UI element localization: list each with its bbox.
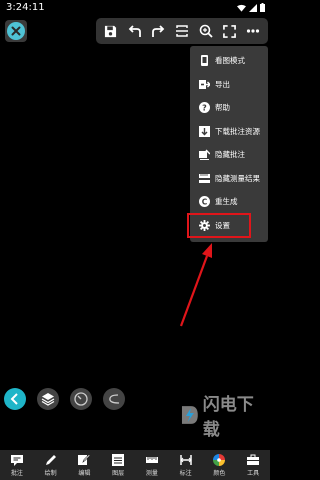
menu-item-help[interactable]: ? 帮助 bbox=[190, 96, 268, 120]
export-icon bbox=[199, 79, 210, 90]
pen-icon bbox=[45, 454, 57, 466]
menu-item-hide-measure[interactable]: 隐藏测量结果 bbox=[190, 167, 268, 191]
tool-edit[interactable]: 编辑 bbox=[68, 450, 102, 480]
svg-text:?: ? bbox=[202, 104, 207, 113]
menu-item-settings[interactable]: 设置 bbox=[187, 212, 251, 238]
tool-label: 测量 bbox=[145, 469, 158, 477]
lightning-logo-icon bbox=[181, 406, 198, 424]
annotation-icon bbox=[10, 454, 23, 466]
tool-label: 绘制 bbox=[44, 469, 57, 477]
menu-item-view-mode[interactable]: 看图模式 bbox=[190, 49, 268, 73]
tool-label: 编辑 bbox=[78, 469, 91, 477]
layers-icon bbox=[112, 453, 125, 466]
tool-toolbox[interactable]: 工具 bbox=[236, 450, 270, 480]
dimension-icon bbox=[179, 454, 192, 466]
top-toolbar bbox=[96, 18, 268, 44]
undo-button[interactable] bbox=[125, 21, 145, 41]
tool-label: 批注 bbox=[10, 469, 23, 477]
tool-layers[interactable]: 图层 bbox=[101, 450, 135, 480]
download-icon bbox=[199, 125, 210, 137]
watermark: 闪电下载 bbox=[180, 390, 270, 440]
ruler-icon bbox=[145, 454, 158, 466]
close-icon bbox=[7, 22, 25, 40]
toolbox-icon bbox=[247, 454, 260, 466]
tool-label: 图层 bbox=[112, 469, 125, 477]
phone-view-icon bbox=[199, 55, 210, 67]
more-icon bbox=[246, 29, 260, 33]
wifi-icon bbox=[237, 4, 246, 12]
tool-dimension[interactable]: 标注 bbox=[169, 450, 203, 480]
menu-item-label: 隐藏批注 bbox=[215, 150, 245, 160]
measure-mode-button[interactable] bbox=[70, 388, 92, 410]
status-time: 3:24:11 bbox=[6, 2, 45, 13]
help-icon: ? bbox=[199, 102, 210, 114]
menu-item-download[interactable]: 下载批注资源 bbox=[190, 120, 268, 144]
menu-item-label: 看图模式 bbox=[215, 56, 245, 66]
undo-icon bbox=[128, 25, 141, 37]
status-icons bbox=[237, 3, 265, 12]
color-icon bbox=[213, 453, 226, 466]
tool-label: 工具 bbox=[247, 469, 260, 477]
menu-item-label: 帮助 bbox=[215, 103, 230, 113]
menu-item-label: 隐藏测量结果 bbox=[215, 173, 260, 183]
status-bar: 3:24:11 bbox=[0, 0, 270, 16]
tool-draw[interactable]: 绘制 bbox=[34, 450, 68, 480]
clock-icon bbox=[74, 392, 88, 406]
battery-icon bbox=[260, 3, 265, 12]
tool-annotation[interactable]: 批注 bbox=[0, 450, 34, 480]
menu-item-export[interactable]: 导出 bbox=[190, 73, 268, 97]
collapse-button[interactable] bbox=[4, 388, 26, 410]
svg-text:C: C bbox=[202, 198, 208, 207]
more-menu: 看图模式 导出 ? 帮助 下载批注资源 隐藏批注 隐藏测量结果 C 重生成 设置 bbox=[187, 46, 268, 242]
fullscreen-icon bbox=[222, 24, 236, 38]
redo-icon bbox=[152, 25, 165, 37]
tool-measure[interactable]: 测量 bbox=[135, 450, 169, 480]
tool-label: 颜色 bbox=[213, 469, 226, 477]
fit-window-icon bbox=[175, 25, 188, 37]
tool-color[interactable]: 颜色 bbox=[203, 450, 237, 480]
regenerate-icon: C bbox=[199, 196, 210, 208]
menu-item-regenerate[interactable]: C 重生成 bbox=[190, 190, 268, 214]
more-button[interactable] bbox=[243, 21, 263, 41]
zoom-button[interactable] bbox=[196, 21, 216, 41]
line-mode-button[interactable] bbox=[103, 388, 125, 410]
fit-window-button[interactable] bbox=[172, 21, 192, 41]
save-icon bbox=[105, 25, 117, 37]
close-button[interactable] bbox=[5, 20, 27, 42]
edit-icon bbox=[78, 453, 91, 466]
hide-annotation-icon bbox=[199, 149, 210, 161]
chevron-left-icon bbox=[10, 393, 18, 405]
tool-label: 标注 bbox=[179, 469, 192, 477]
curve-line-icon bbox=[109, 394, 120, 404]
bottom-toolbar: 批注 绘制 编辑 图层 测量 标注 颜色 工具 bbox=[0, 450, 270, 480]
menu-item-hide-annotation[interactable]: 隐藏批注 bbox=[190, 143, 268, 167]
layer-toggle-button[interactable] bbox=[37, 388, 59, 410]
zoom-icon bbox=[199, 24, 213, 38]
menu-item-label: 导出 bbox=[215, 79, 230, 89]
menu-item-label: 重生成 bbox=[215, 197, 238, 207]
layers-icon bbox=[41, 393, 55, 406]
signal-icon bbox=[249, 3, 257, 12]
menu-item-label: 下载批注资源 bbox=[215, 126, 260, 136]
menu-item-label: 设置 bbox=[215, 220, 230, 230]
gear-icon bbox=[199, 219, 210, 231]
fullscreen-button[interactable] bbox=[219, 21, 239, 41]
save-button[interactable] bbox=[101, 21, 121, 41]
hide-measure-icon bbox=[199, 173, 210, 184]
redo-button[interactable] bbox=[148, 21, 168, 41]
watermark-text: 闪电下载 bbox=[202, 395, 254, 440]
